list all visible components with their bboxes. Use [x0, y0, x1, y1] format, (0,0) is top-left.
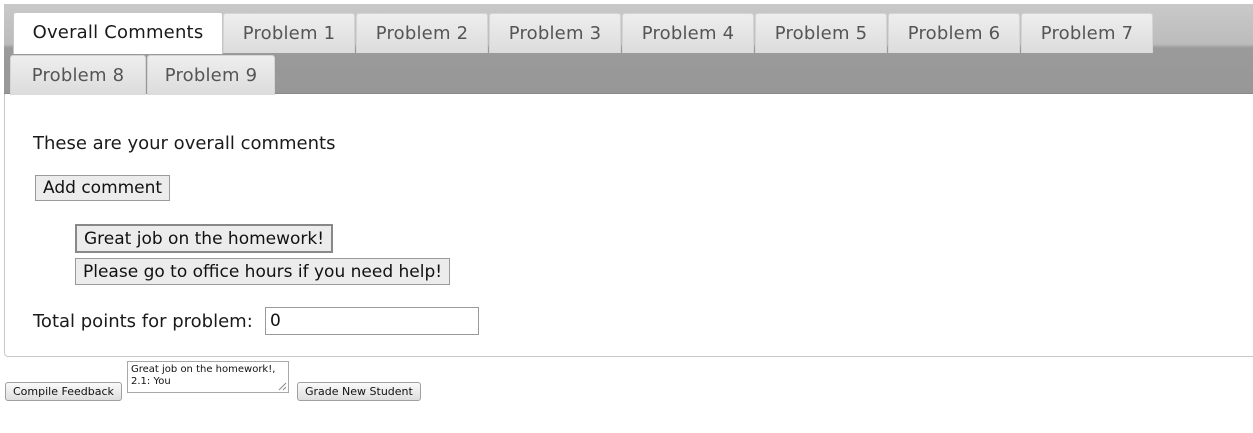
- tab-bar: Overall Comments Problem 1 Problem 2 Pro…: [4, 4, 1253, 95]
- tab-problem-4[interactable]: Problem 4: [622, 13, 754, 53]
- grade-new-student-button[interactable]: Grade New Student: [297, 382, 421, 401]
- comment-button-office-hours[interactable]: Please go to office hours if you need he…: [75, 258, 451, 285]
- feedback-textarea[interactable]: Great job on the homework!, 2.1: You: [127, 361, 289, 393]
- tab-problem-6[interactable]: Problem 6: [888, 13, 1020, 53]
- overall-comments-intro: These are your overall comments: [33, 133, 336, 154]
- resize-grip-icon[interactable]: [278, 382, 287, 391]
- tab-problem-3[interactable]: Problem 3: [489, 13, 621, 53]
- comment-button-great-job[interactable]: Great job on the homework!: [75, 224, 334, 253]
- add-comment-button[interactable]: Add comment: [35, 175, 171, 201]
- tab-problem-9[interactable]: Problem 9: [147, 55, 275, 95]
- tab-problem-7[interactable]: Problem 7: [1021, 13, 1153, 53]
- tab-overall-comments[interactable]: Overall Comments: [13, 12, 223, 54]
- tab-problem-8[interactable]: Problem 8: [10, 55, 146, 95]
- total-points-label: Total points for problem:: [33, 311, 253, 332]
- tab-problem-5[interactable]: Problem 5: [755, 13, 887, 53]
- compile-feedback-button[interactable]: Compile Feedback: [5, 382, 122, 401]
- tab-problem-1[interactable]: Problem 1: [223, 13, 355, 53]
- total-points-input[interactable]: [265, 307, 479, 335]
- tab-problem-2[interactable]: Problem 2: [356, 13, 488, 53]
